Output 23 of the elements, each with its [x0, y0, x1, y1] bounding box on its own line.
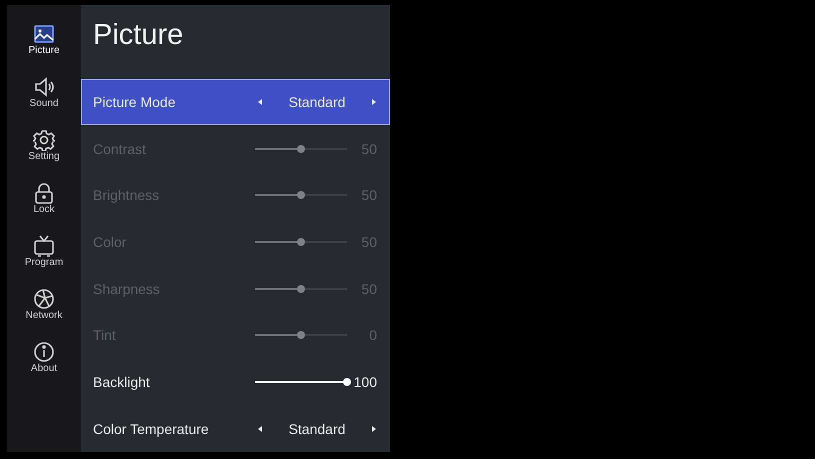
lock-icon — [33, 182, 55, 204]
sidebar-item[interactable]: About — [7, 341, 81, 390]
sidebar-item[interactable]: Program — [7, 235, 81, 284]
sidebar-item[interactable]: Setting — [7, 129, 81, 178]
setting-row[interactable]: Backlight 100 — [81, 358, 390, 406]
right-arrow-icon[interactable] — [372, 426, 376, 432]
sidebar-item[interactable]: Network — [7, 288, 81, 337]
left-arrow-icon[interactable] — [258, 426, 262, 432]
right-arrow-icon[interactable] — [372, 98, 376, 105]
sidebar-item[interactable]: Lock — [7, 182, 81, 231]
picture-icon — [33, 23, 55, 45]
sidebar-item[interactable]: Sound — [7, 76, 81, 125]
setting-row[interactable]: Picture Mode Standard — [81, 78, 390, 126]
slider-thumb[interactable] — [343, 378, 351, 386]
info-icon — [33, 341, 55, 363]
settings-icon — [33, 129, 55, 151]
tv-icon — [33, 235, 55, 257]
speaker-icon — [33, 76, 55, 98]
panel-title: Picture — [92, 19, 184, 53]
left-arrow-icon[interactable] — [258, 98, 262, 105]
setting-row[interactable]: Color Temperature Standard — [81, 405, 390, 452]
globe-icon — [33, 288, 55, 310]
sidebar-item[interactable]: Picture — [7, 23, 81, 72]
